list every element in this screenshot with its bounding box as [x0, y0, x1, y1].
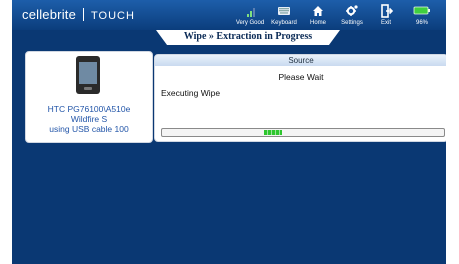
battery-label: 96%: [415, 20, 428, 26]
top-bar: cellebrite TOUCH Very Good Keyboard Home: [12, 0, 446, 30]
phone-icon: [76, 56, 100, 94]
signal-status: Very Good: [234, 3, 266, 26]
exit-label: Exit: [380, 20, 391, 26]
brand-divider: [83, 8, 85, 21]
settings-label: Settings: [341, 20, 363, 26]
brand-logo: cellebrite TOUCH: [22, 7, 135, 22]
device-name: Wildfire S: [70, 114, 108, 124]
device-connection: using USB cable 100: [49, 124, 129, 134]
device-model: HTC PG76100\A510e: [47, 104, 131, 114]
device-panel: HTC PG76100\A510e Wildfire S using USB c…: [25, 51, 153, 143]
source-panel: Source Please Wait Executing Wipe: [154, 54, 446, 142]
device-description: HTC PG76100\A510e Wildfire S using USB c…: [26, 104, 152, 134]
battery-status: 96%: [406, 3, 438, 26]
keyboard-label: Keyboard: [271, 20, 297, 26]
keyboard-button[interactable]: Keyboard: [268, 3, 300, 26]
signal-icon: [234, 3, 266, 19]
exit-button[interactable]: Exit: [370, 3, 402, 26]
battery-icon: [406, 3, 438, 19]
product-name: TOUCH: [91, 10, 135, 22]
progress-indicator: [264, 130, 282, 135]
brand-name: cellebrite: [22, 7, 77, 22]
phone-button: [84, 87, 92, 90]
app-screen: cellebrite TOUCH Very Good Keyboard Home: [12, 0, 446, 264]
home-icon: [302, 3, 334, 19]
source-header: Source: [155, 55, 446, 66]
settings-button[interactable]: Settings: [336, 3, 368, 26]
status-text: Executing Wipe: [161, 88, 221, 98]
settings-icon: [336, 3, 368, 19]
home-label: Home: [309, 20, 326, 26]
title-band: Wipe » Extraction in Progress: [12, 30, 446, 45]
page-title: Wipe » Extraction in Progress: [183, 31, 313, 42]
exit-icon: [370, 3, 402, 19]
signal-label: Very Good: [235, 20, 265, 26]
home-button[interactable]: Home: [302, 3, 334, 26]
keyboard-icon: [268, 3, 300, 19]
progress-bar: [161, 128, 445, 137]
wait-message: Please Wait: [278, 72, 324, 82]
phone-screen: [79, 62, 97, 84]
